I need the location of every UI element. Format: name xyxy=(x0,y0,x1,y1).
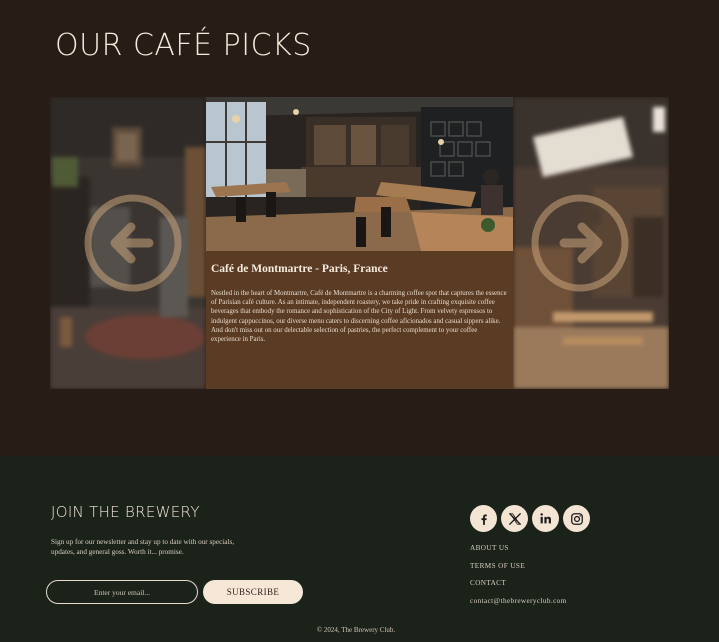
instagram-icon[interactable] xyxy=(563,505,590,532)
carousel-prev-slide[interactable] xyxy=(50,97,206,389)
subscribe-button[interactable]: SUBSCRIBE xyxy=(203,580,303,604)
social-links xyxy=(470,505,590,532)
footer-links: ABOUT US TERMS OF USE CONTACT contact@th… xyxy=(470,544,567,614)
cafe-card-description: Nestled in the heart of Montmartre, Café… xyxy=(211,290,507,344)
cafe-card-title: Café de Montmartre - Paris, France xyxy=(211,263,388,275)
x-icon[interactable] xyxy=(501,505,528,532)
contact-email-link[interactable]: contact@thebreweryclub.com xyxy=(470,597,567,615)
newsletter-description: Sign up for our newsletter and stay up t… xyxy=(51,538,235,556)
carousel-next-slide[interactable] xyxy=(513,97,669,389)
email-input[interactable] xyxy=(46,580,198,604)
arrow-left-icon[interactable] xyxy=(83,193,183,293)
section-title: OUR CAFÉ PICKS xyxy=(55,28,312,63)
linkedin-icon[interactable] xyxy=(532,505,559,532)
cafe-photo xyxy=(206,97,513,251)
cafe-card-active[interactable]: Café de Montmartre - Paris, France Nestl… xyxy=(206,97,513,389)
contact-link[interactable]: CONTACT xyxy=(470,579,567,597)
cafe-carousel: Café de Montmartre - Paris, France Nestl… xyxy=(50,97,669,389)
terms-of-use-link[interactable]: TERMS OF USE xyxy=(470,562,567,580)
copyright: © 2024, The Brewery Club. xyxy=(316,626,396,634)
newsletter-title: JOIN THE BREWERY xyxy=(51,503,200,521)
arrow-right-icon[interactable] xyxy=(530,193,630,293)
cafe-picks-section: OUR CAFÉ PICKS Café de Montmartre - Pari… xyxy=(0,0,719,456)
facebook-icon[interactable] xyxy=(470,505,497,532)
site-footer: JOIN THE BREWERY Sign up for our newslet… xyxy=(0,456,719,642)
about-us-link[interactable]: ABOUT US xyxy=(470,544,567,562)
